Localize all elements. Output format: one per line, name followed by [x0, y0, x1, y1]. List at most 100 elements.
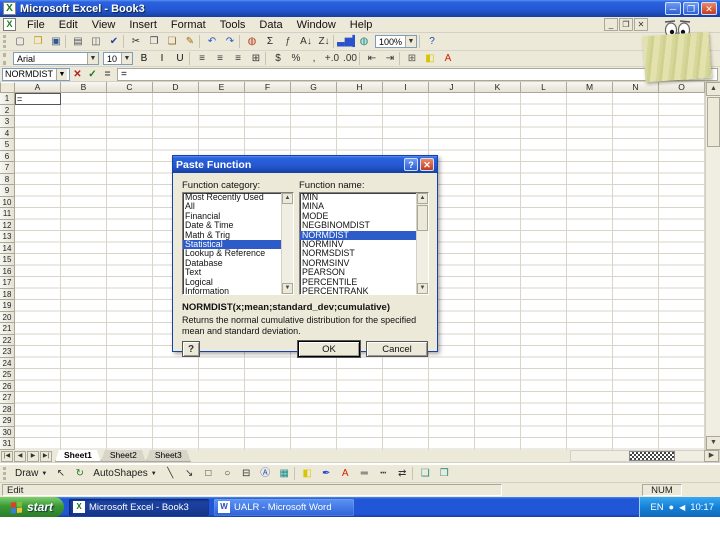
scroll-down-icon[interactable]: ▼ [282, 283, 293, 294]
row-header[interactable]: 18 [0, 288, 15, 300]
copy-icon[interactable]: ❐ [145, 34, 163, 49]
column-header[interactable]: M [567, 82, 613, 93]
row-header[interactable]: 2 [0, 104, 15, 116]
chevron-down-icon[interactable]: ▼ [121, 53, 132, 64]
hyperlink-icon[interactable]: ◍ [243, 34, 261, 49]
undo-icon[interactable]: ↶ [203, 34, 221, 49]
row-header[interactable]: 9 [0, 185, 15, 197]
column-header[interactable]: H [337, 82, 383, 93]
toolbar-grip[interactable] [3, 34, 8, 49]
insert-picture-icon[interactable]: ▦ [275, 466, 294, 481]
menu-item[interactable]: File [20, 18, 52, 32]
workbook-restore-button[interactable]: ❐ [619, 18, 633, 31]
open-icon[interactable]: ❒ [29, 34, 47, 49]
active-cell-a1[interactable]: = [15, 93, 61, 105]
first-sheet-button[interactable]: |◀ [1, 450, 13, 462]
print-preview-icon[interactable]: ◫ [87, 34, 105, 49]
rectangle-icon[interactable]: □ [199, 466, 218, 481]
prev-sheet-button[interactable]: ◀ [14, 450, 26, 462]
horizontal-scrollbar[interactable]: ▶ [570, 450, 720, 462]
fill-color-icon[interactable]: ◧ [421, 51, 439, 66]
dialog-help-button[interactable]: ? [404, 158, 418, 171]
row-header[interactable]: 30 [0, 426, 15, 438]
column-header[interactable]: J [429, 82, 475, 93]
line-color-icon[interactable]: ✒ [317, 466, 336, 481]
formula-input[interactable]: = [117, 67, 718, 81]
sheet-tab[interactable]: Sheet1 [55, 450, 101, 462]
draw-menu-button[interactable]: Draw ▼ [11, 466, 51, 481]
spelling-icon[interactable]: ✔ [105, 34, 123, 49]
row-header[interactable]: 16 [0, 265, 15, 277]
chart-wizard-icon[interactable]: ▃▆█ [337, 34, 355, 49]
select-objects-icon[interactable]: ↖ [51, 466, 70, 481]
toolbar-grip[interactable] [3, 52, 8, 65]
cut-icon[interactable]: ✂ [127, 34, 145, 49]
scroll-down-icon[interactable]: ▼ [417, 283, 428, 294]
row-header[interactable]: 29 [0, 415, 15, 427]
print-icon[interactable]: ▤ [69, 34, 87, 49]
chevron-down-icon[interactable]: ▼ [56, 68, 67, 80]
edit-formula-button[interactable]: = [100, 68, 115, 81]
row-header[interactable]: 5 [0, 139, 15, 151]
menu-item[interactable]: Edit [52, 18, 85, 32]
paste-icon[interactable]: ❏ [163, 34, 181, 49]
toolbar-grip[interactable] [3, 466, 8, 481]
row-header[interactable]: 15 [0, 254, 15, 266]
chevron-left-icon[interactable]: ◀ [679, 503, 685, 512]
cancel-button[interactable]: Cancel [366, 341, 428, 357]
line-style-icon[interactable]: ═ [355, 466, 374, 481]
function-list-scrollbar[interactable]: ▲ ▼ [416, 193, 428, 294]
percent-style-icon[interactable]: % [287, 51, 305, 66]
increase-decimal-icon[interactable]: +.0 [323, 51, 341, 66]
category-option[interactable]: Most Recently Used [183, 193, 281, 202]
scroll-up-icon[interactable]: ▲ [706, 82, 720, 96]
row-header[interactable]: 27 [0, 392, 15, 404]
column-header[interactable]: L [521, 82, 567, 93]
chevron-down-icon[interactable]: ▼ [87, 53, 98, 64]
help-assistant-icon[interactable]: ? [423, 34, 441, 49]
category-list-scrollbar[interactable]: ▲ ▼ [281, 193, 293, 294]
autoshapes-menu-button[interactable]: AutoShapes ▼ [89, 466, 160, 481]
column-header[interactable]: A [15, 82, 61, 93]
align-left-icon[interactable]: ≡ [193, 51, 211, 66]
font-color-icon[interactable]: A [439, 51, 457, 66]
column-header[interactable]: B [61, 82, 107, 93]
function-name-list[interactable]: MIN MINA MODE NEGBINOMDIST NORMDIST NORMINV NO… [299, 192, 429, 295]
row-header[interactable]: 26 [0, 380, 15, 392]
name-box[interactable]: NORMDIST ▼ [2, 67, 70, 81]
language-indicator[interactable]: EN [650, 502, 663, 513]
row-header[interactable]: 3 [0, 116, 15, 128]
row-header[interactable]: 19 [0, 300, 15, 312]
column-header[interactable]: E [199, 82, 245, 93]
row-header[interactable]: 28 [0, 403, 15, 415]
column-header[interactable]: N [613, 82, 659, 93]
minimize-button[interactable]: ─ [665, 2, 681, 15]
ok-button[interactable]: OK [297, 340, 361, 358]
function-category-list[interactable]: Most Recently Used All Financial Date & Tim… [182, 192, 294, 295]
scroll-up-icon[interactable]: ▲ [282, 193, 293, 204]
free-rotate-icon[interactable]: ↻ [70, 466, 89, 481]
close-button[interactable]: ✕ [701, 2, 717, 15]
column-header[interactable]: I [383, 82, 429, 93]
menu-item[interactable]: Format [164, 18, 213, 32]
threed-icon[interactable]: ❒ [435, 466, 454, 481]
borders-icon[interactable]: ⊞ [403, 51, 421, 66]
new-icon[interactable]: ▢ [11, 34, 29, 49]
column-header[interactable]: K [475, 82, 521, 93]
row-header[interactable]: 6 [0, 150, 15, 162]
clippy-assistant[interactable] [642, 20, 714, 83]
redo-icon[interactable]: ↷ [221, 34, 239, 49]
vertical-scrollbar[interactable]: ▲ ▼ [705, 82, 720, 450]
zoom-combo[interactable]: 100% ▼ [375, 35, 417, 48]
font-size-combo[interactable]: 10 ▼ [103, 52, 133, 65]
shadow-icon[interactable]: ❑ [416, 466, 435, 481]
row-header[interactable]: 23 [0, 346, 15, 358]
restore-button[interactable]: ❐ [683, 2, 699, 15]
comma-style-icon[interactable]: , [305, 51, 323, 66]
row-header[interactable]: 13 [0, 231, 15, 243]
row-header[interactable]: 25 [0, 369, 15, 381]
chevron-down-icon[interactable]: ▼ [405, 36, 416, 47]
arrow-style-icon[interactable]: ⇄ [393, 466, 412, 481]
workbook-minimize-button[interactable]: _ [604, 18, 618, 31]
column-header[interactable]: D [153, 82, 199, 93]
